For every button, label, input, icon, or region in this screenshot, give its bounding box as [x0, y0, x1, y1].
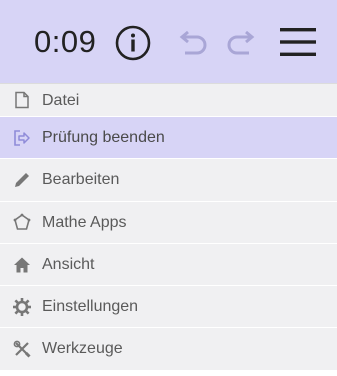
menu-item-label: Bearbeiten — [42, 171, 120, 189]
header-bar: 0:09 — [0, 0, 337, 83]
menu-item-mathe-apps[interactable]: Mathe Apps — [0, 201, 337, 244]
menu-item-datei[interactable]: Datei — [0, 83, 337, 117]
gear-icon — [13, 297, 31, 316]
undo-icon[interactable] — [175, 28, 213, 60]
apps-icon — [13, 213, 31, 231]
menu-item-pruefung-beenden[interactable]: Prüfung beenden — [0, 117, 337, 160]
file-icon — [15, 91, 29, 109]
info-icon[interactable] — [114, 24, 152, 62]
hamburger-menu-icon[interactable] — [278, 24, 318, 60]
tools-icon — [13, 340, 31, 358]
menu-item-label: Einstellungen — [42, 298, 139, 316]
exit-icon — [14, 129, 30, 146]
menu-item-label: Mathe Apps — [42, 213, 127, 231]
menu-item-bearbeiten[interactable]: Bearbeiten — [0, 159, 337, 202]
menu-item-label: Ansicht — [42, 255, 95, 273]
exam-app-menu-panel: 0:09 Datei Prüfung beenden Bearbeiten Ma… — [0, 0, 337, 376]
exam-timer: 0:09 — [34, 24, 97, 59]
menu-item-label: Datei — [42, 92, 80, 109]
menu-item-label: Werkzeuge — [42, 340, 123, 358]
view-icon — [14, 257, 30, 273]
redo-icon[interactable] — [221, 28, 259, 60]
menu-item-label: Prüfung beenden — [42, 129, 165, 146]
pencil-icon — [15, 172, 29, 187]
menu-item-werkzeuge[interactable]: Werkzeuge — [0, 328, 337, 371]
menu-item-einstellungen[interactable]: Einstellungen — [0, 286, 337, 329]
menu-item-ansicht[interactable]: Ansicht — [0, 243, 337, 287]
side-menu: Datei Prüfung beenden Bearbeiten Mathe A… — [0, 83, 337, 371]
